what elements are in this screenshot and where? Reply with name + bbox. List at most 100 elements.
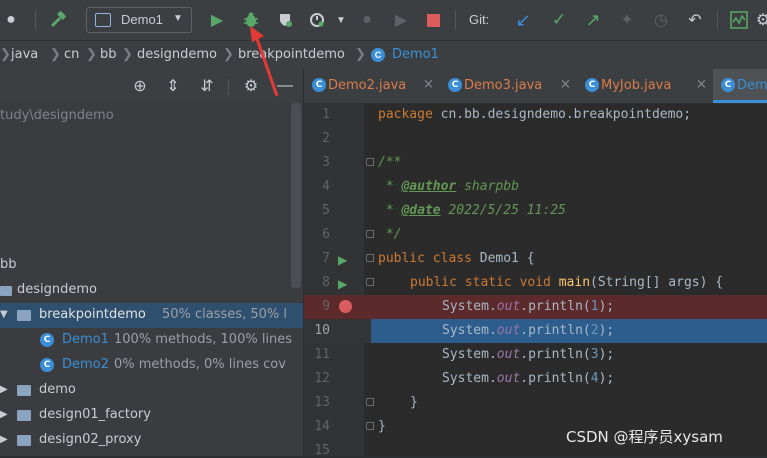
- tree-row-label: breakpointdemo: [39, 307, 146, 322]
- history-clock-icon[interactable]: ◷: [650, 9, 672, 31]
- code-number: 3: [590, 347, 599, 362]
- expand-all-icon[interactable]: ⇕: [162, 75, 184, 97]
- breadcrumb-item[interactable]: designdemo: [137, 47, 217, 62]
- code-line: System.out.println(3);: [442, 347, 614, 362]
- tab-demo3[interactable]: C Demo3.java ×: [440, 69, 577, 103]
- tree-row[interactable]: C Demo2 0% methods, 0% lines cov: [0, 353, 303, 378]
- collapse-all-icon[interactable]: ⇵: [196, 75, 218, 97]
- code-line-current: System.out.println(2);: [442, 323, 614, 338]
- fold-marker-icon[interactable]: [366, 422, 374, 430]
- fold-marker-icon[interactable]: [366, 398, 374, 406]
- close-icon[interactable]: ×: [696, 77, 707, 92]
- line-number: 3: [322, 155, 330, 170]
- breadcrumb-separator: ❯: [50, 46, 61, 61]
- toolbar-divider: [455, 10, 456, 30]
- close-icon[interactable]: ×: [423, 77, 434, 92]
- git-commit-check-icon[interactable]: ✓: [548, 9, 570, 31]
- activity-monitor-icon[interactable]: [728, 9, 750, 31]
- tree-row-label: Demo2: [62, 357, 109, 372]
- resume-icon[interactable]: ▶: [390, 9, 412, 31]
- fold-marker-icon[interactable]: [366, 278, 374, 286]
- code-comment: sharpbb: [456, 179, 519, 194]
- tree-row[interactable]: ▶ design01_factory: [0, 403, 303, 428]
- fold-marker-icon[interactable]: [366, 230, 374, 238]
- attach-debugger-icon[interactable]: ●: [356, 9, 378, 31]
- tree-row-selected[interactable]: ▼ breakpointdemo 50% classes, 50% l: [0, 303, 303, 328]
- code-text: Demo1 {: [471, 251, 535, 266]
- code-keyword: public class: [378, 251, 472, 266]
- build-hammer-icon[interactable]: [48, 9, 70, 31]
- coverage-summary: 50% classes, 50% l: [162, 307, 287, 322]
- git-label: Git:: [469, 12, 490, 27]
- close-icon[interactable]: ×: [560, 77, 571, 92]
- run-gutter-icon[interactable]: ▶: [338, 277, 347, 291]
- fold-marker-icon[interactable]: [366, 158, 374, 166]
- tree-row-label: Demo1: [62, 332, 109, 347]
- tree-row[interactable]: designdemo: [0, 278, 303, 303]
- javadoc-tag: @author: [401, 179, 457, 194]
- code-text: .println(: [520, 299, 591, 314]
- code-line: */: [378, 227, 402, 242]
- tab-myjob[interactable]: C MyJob.java ×: [577, 69, 713, 103]
- tree-row-label: bb: [0, 257, 17, 272]
- code-line: }: [378, 419, 386, 434]
- tab-label: Demo3.java: [464, 78, 543, 93]
- package-folder-icon: [17, 385, 31, 396]
- code-text: );: [598, 323, 615, 338]
- annotation-arrow: [250, 26, 279, 97]
- main-toolbar: ● Demo1 ▼ ▶ ▼ ● ▶ Git: ↙ ✓ ↗ ✦ ◷ ↶ ⚙: [0, 0, 767, 40]
- line-number-current: 10: [314, 323, 330, 338]
- rollback-undo-icon[interactable]: ↶: [684, 9, 706, 31]
- breadcrumb-separator: ❯: [122, 46, 133, 61]
- line-number: 8: [322, 275, 330, 290]
- code-text: System.: [442, 323, 497, 338]
- tree-row[interactable]: bb: [0, 253, 303, 278]
- tree-row[interactable]: ▶ design02_proxy: [0, 428, 303, 453]
- line-number: 13: [314, 395, 330, 410]
- code-field: out: [496, 323, 521, 338]
- tab-demo2[interactable]: C Demo2.java ×: [304, 69, 440, 103]
- settings-icon[interactable]: ⚙: [752, 9, 767, 31]
- fold-marker-icon[interactable]: [366, 254, 374, 262]
- code-field: out: [496, 347, 521, 362]
- package-folder-icon: [17, 435, 31, 446]
- breadcrumb-item[interactable]: cn: [64, 47, 79, 62]
- chevron-right-icon: ▶: [0, 384, 8, 395]
- chevron-down-icon[interactable]: ▼: [330, 9, 352, 31]
- profiler-icon[interactable]: [306, 9, 328, 31]
- class-icon: C: [721, 78, 735, 92]
- breadcrumb-separator: ❯: [86, 46, 97, 61]
- breakpoint-icon[interactable]: [339, 300, 352, 313]
- breadcrumb-item[interactable]: java: [11, 47, 38, 62]
- git-branch-icon[interactable]: ✦: [616, 9, 638, 31]
- class-icon: C: [585, 78, 599, 92]
- watermark: CSDN @程序员xysam: [566, 428, 723, 446]
- run-icon[interactable]: ▶: [206, 9, 228, 31]
- tree-row-label: design02_proxy: [39, 432, 142, 447]
- run-config-label: Demo1: [121, 12, 163, 27]
- code-function: main: [558, 275, 591, 290]
- git-update-arrow-icon[interactable]: ↙: [512, 9, 534, 31]
- tree-row[interactable]: C Demo1 100% methods, 100% lines: [0, 328, 303, 353]
- breadcrumb-item-current[interactable]: Demo1: [392, 47, 439, 62]
- code-line: public static void main(String[] args) {: [410, 275, 723, 290]
- folder-icon: [0, 286, 12, 296]
- code-field: out: [496, 371, 521, 386]
- class-icon: C: [40, 333, 54, 347]
- tab-demo1-active[interactable]: C Dem: [713, 69, 767, 103]
- project-path: tudy\designdemo: [0, 108, 114, 123]
- git-push-arrow-icon[interactable]: ↗: [582, 9, 604, 31]
- breadcrumb-item[interactable]: bb: [100, 47, 117, 62]
- line-number: 14: [314, 419, 330, 434]
- stop-icon[interactable]: [422, 9, 444, 31]
- breadcrumb-separator: ❯: [223, 46, 234, 61]
- code-number: 2: [590, 323, 599, 338]
- locate-target-icon[interactable]: ⊕: [129, 75, 151, 97]
- run-gutter-icon[interactable]: ▶: [338, 253, 347, 267]
- toolbar-divider: [228, 79, 229, 95]
- breadcrumb-separator: ❯: [0, 46, 11, 61]
- user-icon[interactable]: ●: [0, 9, 22, 31]
- tree-row[interactable]: ▶ demo: [0, 378, 303, 403]
- code-line: /**: [378, 155, 402, 170]
- run-config-selector[interactable]: Demo1 ▼: [86, 7, 192, 33]
